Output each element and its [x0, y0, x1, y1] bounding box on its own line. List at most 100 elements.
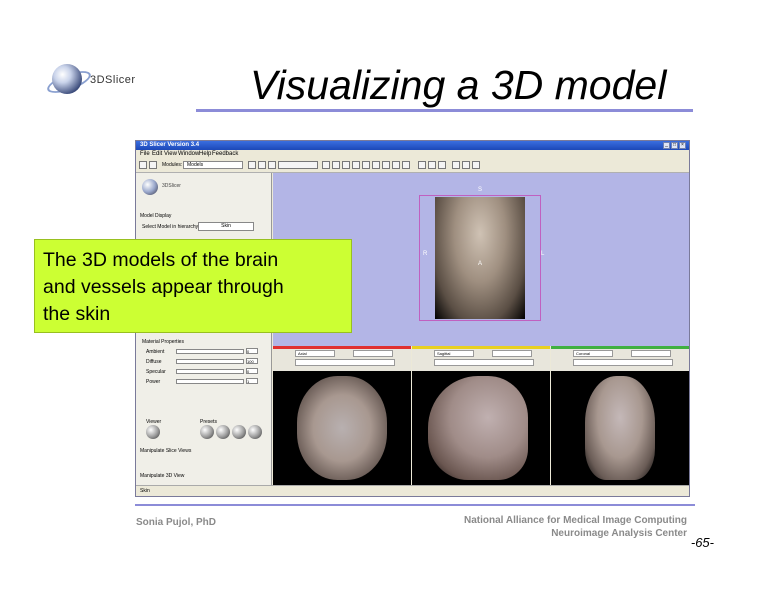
title-divider — [196, 109, 693, 112]
statusbar: Skin — [136, 485, 689, 496]
panel-logo-text: 3DSlicer — [162, 183, 181, 189]
menu-view[interactable]: View — [164, 150, 177, 159]
layout-icon[interactable] — [362, 161, 370, 169]
coronal-slice-viewer[interactable]: Coronal — [551, 346, 689, 485]
coronal-offset-slider[interactable] — [573, 359, 673, 366]
material-properties-section[interactable]: Material Properties — [142, 339, 184, 345]
mouse-mode-icon[interactable] — [428, 161, 436, 169]
axial-volume-select[interactable] — [353, 350, 393, 357]
menu-file[interactable]: File — [140, 150, 150, 159]
organization-line-1: National Alliance for Medical Image Comp… — [464, 515, 687, 526]
callout-line: and vessels appear through — [43, 276, 284, 298]
layout-icon[interactable] — [352, 161, 360, 169]
axial-orientation-select[interactable]: Axial — [295, 350, 335, 357]
sagittal-brain-image — [428, 376, 528, 480]
mouse-mode-icon[interactable] — [438, 161, 446, 169]
coronal-volume-select[interactable] — [631, 350, 671, 357]
model-display-section[interactable]: Model Display — [140, 213, 171, 219]
preset-sphere-icon[interactable] — [248, 425, 262, 439]
ambient-value[interactable]: 0 — [246, 348, 258, 354]
preset-sphere-icon[interactable] — [232, 425, 246, 439]
load-icon[interactable] — [149, 161, 157, 169]
author-name: Sonia Pujol, PhD — [136, 517, 217, 528]
footer-divider — [135, 504, 695, 506]
page-number: -65- — [690, 535, 714, 550]
orientation-anterior: A — [478, 261, 483, 267]
specular-value[interactable]: 0 — [246, 368, 258, 374]
modules-label: Modules: — [162, 162, 183, 168]
sagittal-offset-slider[interactable] — [434, 359, 534, 366]
module-search-field[interactable] — [278, 161, 318, 169]
orientation-left: L — [541, 251, 545, 257]
module-search-icon[interactable] — [268, 161, 276, 169]
slicer-logo-icon — [52, 64, 82, 94]
layout-icon[interactable] — [322, 161, 330, 169]
logo-text: 3DSlicer — [90, 74, 136, 86]
layout-icon[interactable] — [382, 161, 390, 169]
specular-slider[interactable] — [176, 369, 244, 374]
toolbar: Modules: Models — [136, 159, 689, 173]
axial-slice-viewer[interactable]: Axial — [273, 346, 411, 485]
power-value[interactable]: 1 — [246, 378, 258, 384]
preset-sphere-icon[interactable] — [216, 425, 230, 439]
layout-icon[interactable] — [372, 161, 380, 169]
organization-line-2: Neuroimage Analysis Center — [551, 528, 687, 539]
close-button[interactable]: × — [679, 142, 686, 149]
ambient-slider[interactable] — [176, 349, 244, 354]
viewer-sphere-icon — [146, 425, 160, 439]
menu-feedback[interactable]: Feedback — [212, 150, 238, 159]
maximize-button[interactable]: □ — [671, 142, 678, 149]
layout-icon[interactable] — [332, 161, 340, 169]
menu-help[interactable]: Help — [199, 150, 211, 159]
minimize-button[interactable]: _ — [663, 142, 670, 149]
orientation-right: R — [423, 251, 428, 257]
status-text: Skin — [140, 488, 150, 494]
slicer-panel-logo-icon — [142, 179, 158, 195]
orientation-superior: S — [478, 187, 483, 193]
slice-viewers: Axial Sagittal Coronal — [273, 346, 689, 485]
diffuse-slider[interactable] — [176, 359, 244, 364]
layout-icon[interactable] — [392, 161, 400, 169]
callout-line: The 3D models of the brain — [43, 249, 279, 271]
menu-window[interactable]: Window — [178, 150, 199, 159]
slide-title: Visualizing a 3D model — [250, 62, 667, 108]
info-icon[interactable] — [472, 161, 480, 169]
sagittal-slice-controls: Sagittal — [412, 349, 550, 371]
callout-text: The 3D models of the brain and vessels a… — [43, 247, 343, 328]
specular-label: Specular — [146, 369, 166, 375]
menu-edit[interactable]: Edit — [152, 150, 162, 159]
sagittal-slice-viewer[interactable]: Sagittal — [412, 346, 550, 485]
layout-icon[interactable] — [342, 161, 350, 169]
window-title: 3D Slicer Version 3.4 — [140, 142, 200, 148]
window-titlebar: 3D Slicer Version 3.4 _ □ × — [136, 141, 689, 150]
diffuse-value[interactable]: 100 — [246, 358, 258, 364]
3d-view-section[interactable]: Manipulate 3D View — [140, 473, 184, 479]
undo-icon[interactable] — [452, 161, 460, 169]
layout-icon[interactable] — [402, 161, 410, 169]
mouse-mode-icon[interactable] — [418, 161, 426, 169]
select-model-label: Select Model in hierarchy — [142, 224, 199, 230]
power-label: Power — [146, 379, 161, 385]
coronal-orientation-select[interactable]: Coronal — [573, 350, 613, 357]
preset-sphere-icon[interactable] — [200, 425, 214, 439]
power-slider[interactable] — [176, 379, 244, 384]
slice-views-section[interactable]: Manipulate Slice Views — [140, 448, 191, 454]
sagittal-volume-select[interactable] — [492, 350, 532, 357]
select-model-dropdown[interactable]: Skin — [198, 222, 254, 231]
redo-icon[interactable] — [462, 161, 470, 169]
diffuse-label: Diffuse — [146, 359, 162, 365]
forward-icon[interactable] — [258, 161, 266, 169]
bounding-box — [419, 195, 541, 321]
axial-slice-controls: Axial — [273, 349, 411, 371]
modules-select[interactable]: Models — [183, 161, 243, 169]
axial-offset-slider[interactable] — [295, 359, 395, 366]
back-icon[interactable] — [248, 161, 256, 169]
callout-line: the skin — [43, 303, 111, 325]
coronal-slice-controls: Coronal — [551, 349, 689, 371]
sagittal-orientation-select[interactable]: Sagittal — [434, 350, 474, 357]
home-icon[interactable] — [139, 161, 147, 169]
callout-box: The 3D models of the brain and vessels a… — [34, 239, 352, 333]
axial-brain-image — [297, 376, 387, 480]
presets-label: Presets — [200, 419, 217, 425]
coronal-brain-image — [585, 376, 655, 480]
